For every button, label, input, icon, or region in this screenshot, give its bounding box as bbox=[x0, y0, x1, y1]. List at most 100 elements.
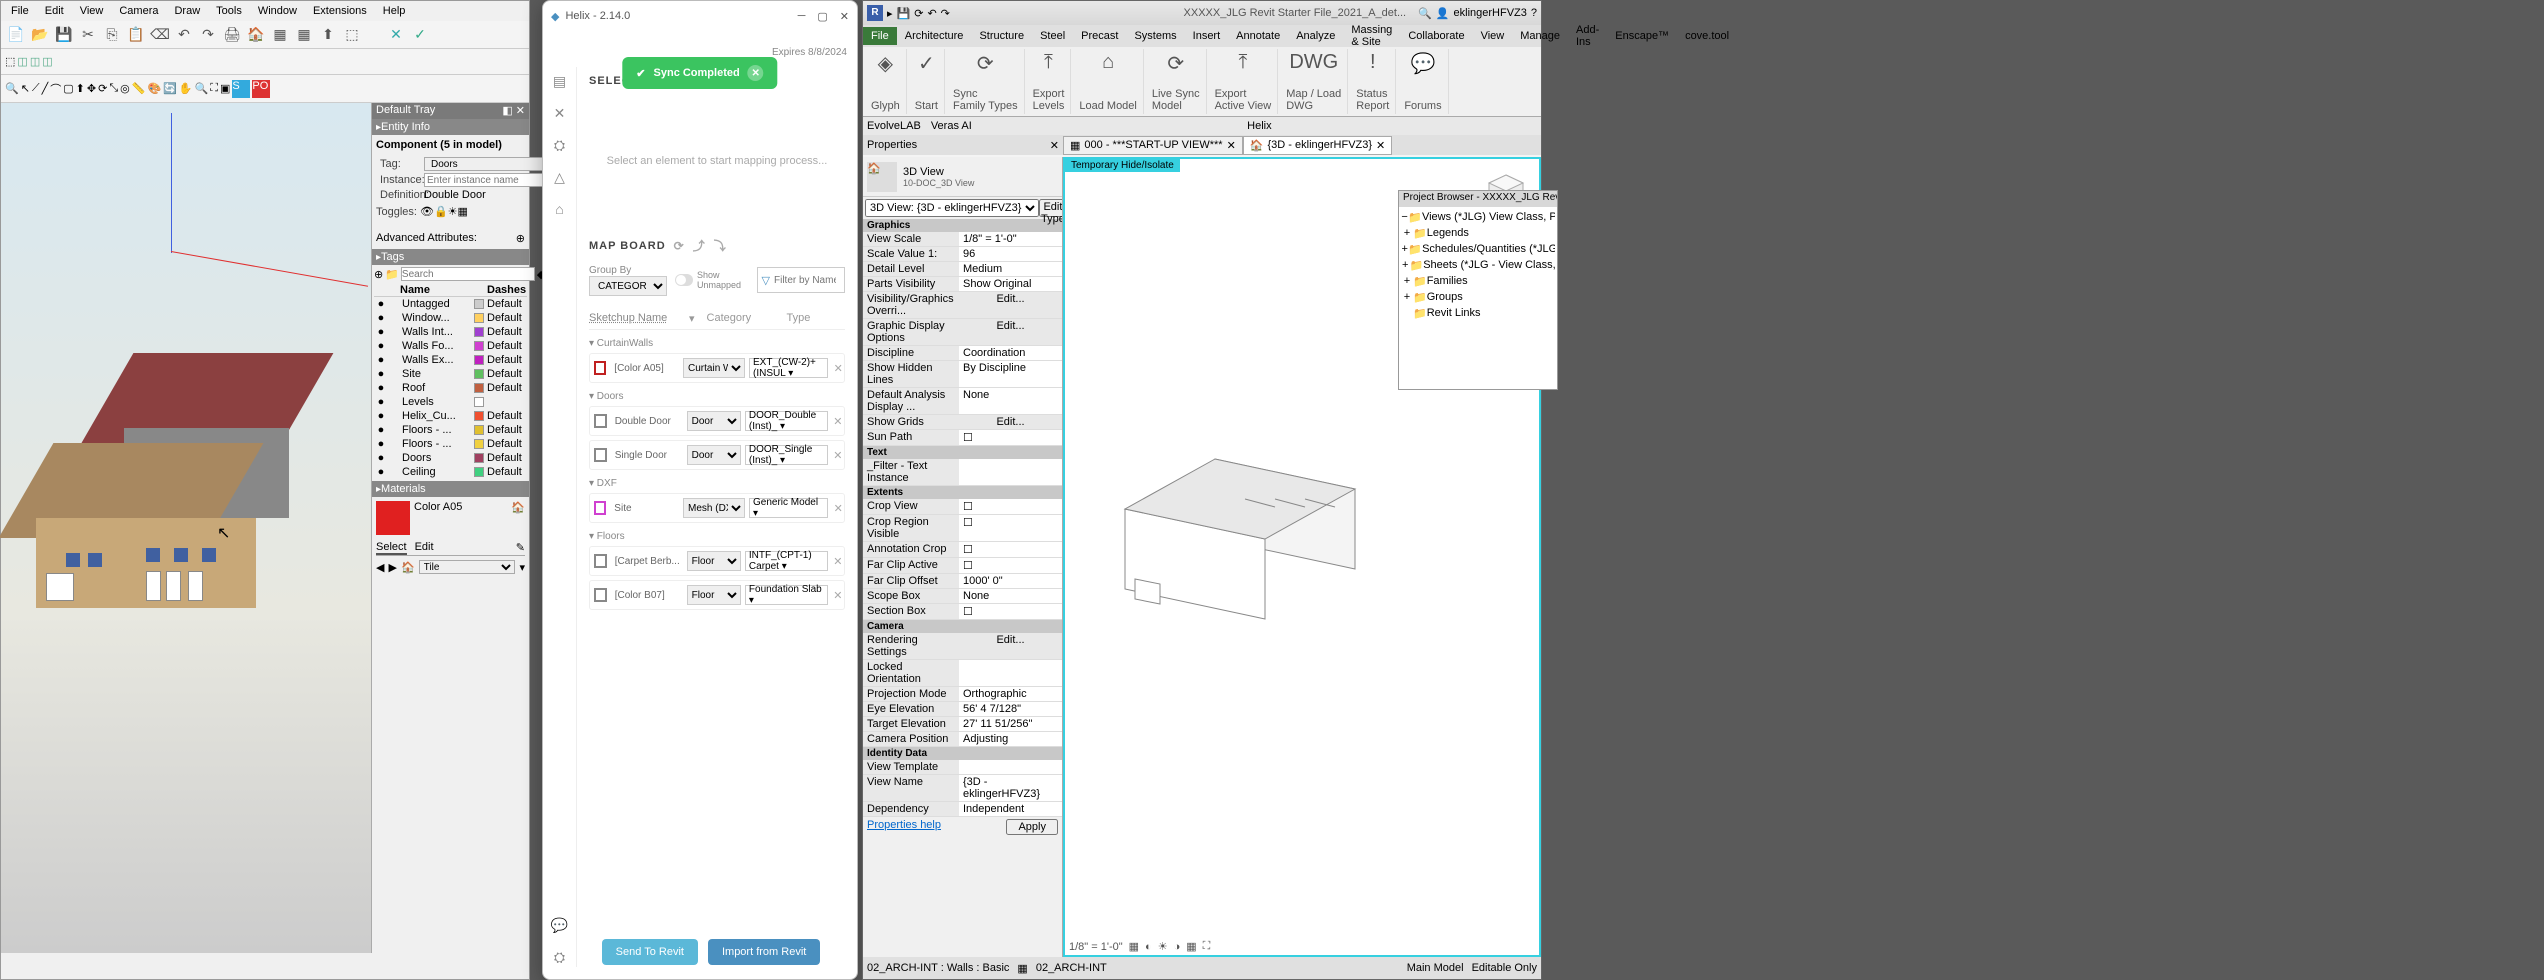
zoomext-icon[interactable]: ⛶ bbox=[210, 82, 218, 95]
apply-button[interactable]: Apply bbox=[1006, 819, 1058, 835]
tag-color-swatch[interactable] bbox=[474, 313, 484, 323]
tab-steel[interactable]: Steel bbox=[1032, 27, 1073, 45]
shadow-toggle-icon[interactable]: ☀ bbox=[448, 205, 458, 218]
property-row[interactable]: Far Clip Active☐ bbox=[863, 558, 1062, 574]
import-from-revit-button[interactable]: Import from Revit bbox=[708, 939, 820, 965]
tree-node[interactable]: 📁 Revit Links bbox=[1401, 305, 1555, 321]
property-row[interactable]: Scale Value 1:96 bbox=[863, 247, 1062, 262]
podium-icon[interactable]: PO bbox=[252, 80, 270, 98]
visibility-icon[interactable]: ● bbox=[374, 354, 388, 366]
type-select[interactable]: DOOR_Double (Inst)_ ▾ bbox=[745, 411, 828, 431]
paint-icon[interactable]: 🎨 bbox=[147, 82, 161, 95]
category-select[interactable]: Door bbox=[687, 445, 741, 465]
ribbon-button[interactable]: !StatusReport bbox=[1350, 49, 1396, 114]
vc-visual-icon[interactable]: ◐ bbox=[1145, 941, 1152, 953]
type-select[interactable]: Foundation Slab ▾ bbox=[745, 585, 828, 605]
delete-icon[interactable]: ✕ bbox=[832, 415, 844, 428]
category-select[interactable]: Floor bbox=[687, 551, 741, 571]
layers-icon[interactable]: ⛭ bbox=[551, 137, 569, 155]
delete-icon[interactable]: ✕ bbox=[832, 449, 844, 462]
eraser-tool-icon[interactable]: ⟋ bbox=[32, 82, 40, 95]
tree-node[interactable]: +📁 Schedules/Quantities (*JLG) View Clas… bbox=[1401, 241, 1555, 257]
settings-icon[interactable]: ✕ bbox=[551, 105, 569, 123]
line-icon[interactable]: ╱ bbox=[42, 82, 49, 95]
menu-tools[interactable]: Tools bbox=[210, 3, 248, 19]
visibility-icon[interactable]: ● bbox=[374, 410, 388, 422]
login-icon[interactable]: ✕ bbox=[385, 24, 407, 46]
top-icon[interactable]: ◫ bbox=[17, 55, 27, 68]
upload-icon[interactable]: ⤴ bbox=[693, 237, 706, 254]
materials-header[interactable]: ▸ Materials bbox=[372, 481, 529, 497]
tab-annotate[interactable]: Annotate bbox=[1228, 27, 1288, 45]
map-group-header[interactable]: ▾ Doors bbox=[589, 391, 845, 402]
tab-structure[interactable]: Structure bbox=[971, 27, 1032, 45]
unmapped-toggle[interactable] bbox=[675, 274, 693, 286]
bunker-icon[interactable]: ⌂ bbox=[551, 201, 569, 219]
print-icon[interactable]: 🖨 bbox=[221, 24, 243, 46]
prop-value[interactable] bbox=[959, 459, 1062, 485]
properties-help-link[interactable]: Properties help bbox=[867, 819, 941, 835]
material-back-icon[interactable]: ◀ bbox=[376, 561, 384, 574]
tab-architecture[interactable]: Architecture bbox=[897, 27, 972, 45]
advanced-expand-icon[interactable]: ⊕ bbox=[516, 232, 525, 245]
tab-manage[interactable]: Manage bbox=[1512, 27, 1568, 45]
prop-value[interactable]: ☐ bbox=[959, 515, 1062, 541]
menu-extensions[interactable]: Extensions bbox=[307, 3, 373, 19]
tag-row[interactable]: ● Floors - ... Default bbox=[374, 423, 527, 437]
type-select[interactable]: EXT_(CW-2)+(INSUL ▾ bbox=[749, 358, 828, 378]
tree-node[interactable]: +📁 Groups bbox=[1401, 289, 1555, 305]
prop-value[interactable]: 96 bbox=[959, 247, 1062, 261]
type-select[interactable]: Generic Model ▾ bbox=[749, 498, 828, 518]
status-worksets-icon[interactable]: ▦ bbox=[1017, 962, 1027, 975]
pushpull-icon[interactable]: ⬆ bbox=[76, 82, 85, 95]
tab-precast[interactable]: Precast bbox=[1073, 27, 1126, 45]
tag-color-swatch[interactable] bbox=[474, 411, 484, 421]
prop-value[interactable]: Show Original bbox=[959, 277, 1062, 291]
property-row[interactable]: Default Analysis Display ...None bbox=[863, 388, 1062, 415]
help2-icon[interactable]: ? bbox=[1531, 7, 1537, 19]
prop-value[interactable]: ☐ bbox=[959, 499, 1062, 514]
element-swatch[interactable] bbox=[594, 414, 607, 428]
property-row[interactable]: Detail LevelMedium bbox=[863, 262, 1062, 277]
visibility-icon[interactable]: ● bbox=[374, 466, 388, 478]
tray-header[interactable]: Default Tray◧ ✕ bbox=[372, 103, 529, 119]
type-select[interactable]: DOOR_Single (Inst)_ ▾ bbox=[745, 445, 828, 465]
offset-icon[interactable]: ◎ bbox=[120, 82, 130, 95]
warning-icon[interactable]: △ bbox=[551, 169, 569, 187]
eraser-icon[interactable]: ⌫ bbox=[149, 24, 171, 46]
minimize-icon[interactable]: ─ bbox=[798, 10, 806, 23]
prop-value[interactable]: Medium bbox=[959, 262, 1062, 276]
property-row[interactable]: Crop Region Visible☐ bbox=[863, 515, 1062, 542]
tag-row[interactable]: ● Levels bbox=[374, 395, 527, 409]
ribbon-button[interactable]: 💬Forums bbox=[1398, 49, 1448, 114]
material-select-tab[interactable]: Select bbox=[376, 541, 407, 555]
element-swatch[interactable] bbox=[594, 361, 606, 375]
open-icon[interactable]: 📂 bbox=[29, 24, 51, 46]
col-type[interactable]: Type bbox=[787, 312, 811, 325]
expand-icon[interactable]: + bbox=[1401, 259, 1409, 271]
arc-icon[interactable]: ⌒ bbox=[50, 81, 61, 97]
qa-save-icon[interactable]: 💾 bbox=[897, 7, 911, 20]
material-home-icon[interactable]: 🏠 bbox=[511, 501, 525, 535]
tag-row[interactable]: ● Helix_Cu... Default bbox=[374, 409, 527, 423]
property-row[interactable]: View Scale1/8" = 1'-0" bbox=[863, 232, 1062, 247]
vc-sun-icon[interactable]: ☀ bbox=[1158, 940, 1168, 953]
search-icon[interactable]: 🔍 bbox=[1418, 7, 1432, 20]
expand-icon[interactable]: + bbox=[1401, 291, 1413, 303]
prop-value[interactable]: Edit... bbox=[959, 319, 1062, 345]
save-icon[interactable]: 💾 bbox=[53, 24, 75, 46]
material-home2-icon[interactable]: 🏠 bbox=[401, 561, 415, 574]
delete-icon[interactable]: ✕ bbox=[832, 555, 844, 568]
tag-color-swatch[interactable] bbox=[474, 467, 484, 477]
vc-shadow-icon[interactable]: ◑ bbox=[1174, 941, 1181, 953]
property-row[interactable]: Sun Path☐ bbox=[863, 430, 1062, 446]
prop-value[interactable]: Adjusting bbox=[959, 732, 1062, 746]
visibility-icon[interactable]: ● bbox=[374, 438, 388, 450]
ribbon-button[interactable]: ⤒ExportActive View bbox=[1209, 49, 1279, 114]
undo-icon[interactable]: ↶ bbox=[173, 24, 195, 46]
map-icon[interactable]: ▤ bbox=[551, 73, 569, 91]
component-icon[interactable]: ▣ bbox=[220, 82, 230, 95]
visibility-icon[interactable]: ● bbox=[374, 396, 388, 408]
property-row[interactable]: Scope BoxNone bbox=[863, 589, 1062, 604]
props-type-card[interactable]: 🏠 3D View 10-DOC_3D View bbox=[863, 157, 1062, 197]
